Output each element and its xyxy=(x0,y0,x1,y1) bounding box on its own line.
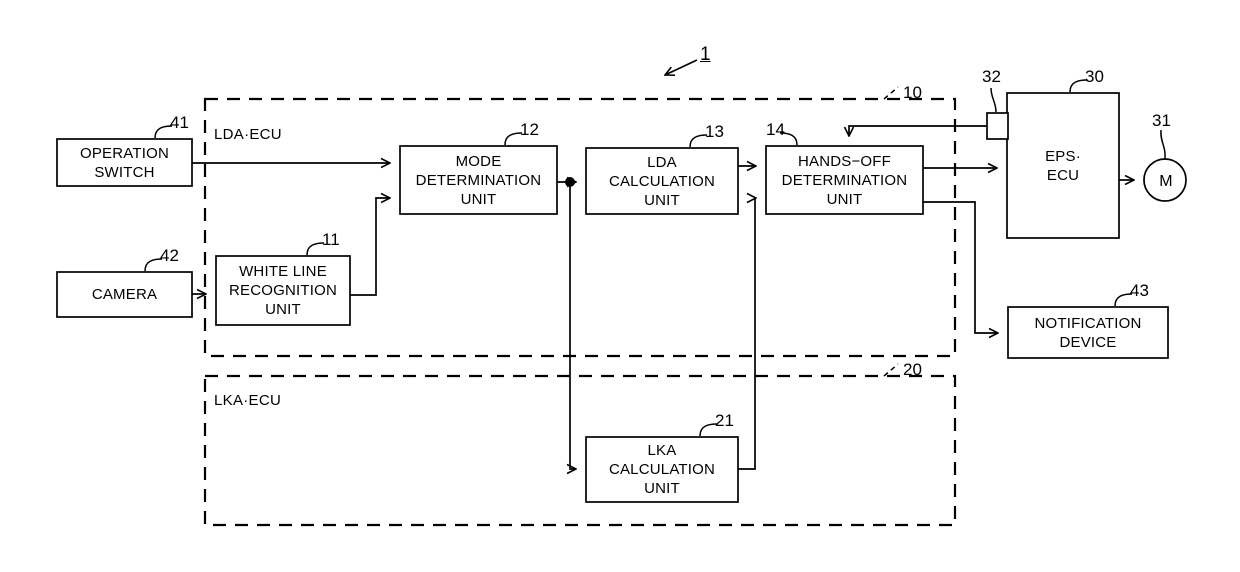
leader-ref-41 xyxy=(154,125,173,139)
zone-border-lka-ecu xyxy=(203,374,957,527)
hit-motor[interactable] xyxy=(1144,159,1186,201)
junction-dot-mode-output xyxy=(565,177,575,187)
hit-lda-calculation-unit[interactable] xyxy=(586,148,738,214)
wire-white-line-unit-to-mode-unit xyxy=(350,198,390,296)
hit-white-line-recognition-unit[interactable] xyxy=(216,256,350,325)
wire-hands-off-unit-to-notification-device xyxy=(923,201,998,333)
leader-ref-30 xyxy=(1069,79,1088,93)
leader-ref-42 xyxy=(144,258,163,272)
hit-camera[interactable] xyxy=(57,272,192,317)
leader-ref-12 xyxy=(504,132,523,146)
leader-ref-32 xyxy=(990,87,997,113)
figure-1-block-diagram: 1 LDA·ECU LKA·ECU 10 20 OPERATION SWITCH… xyxy=(0,0,1240,572)
leader-ref-10 xyxy=(883,86,899,100)
leader-ref-13 xyxy=(689,134,708,148)
leader-ref-31 xyxy=(1160,129,1166,160)
hit-lka-calculation-unit[interactable] xyxy=(586,437,738,502)
wire-mode-unit-to-lka-unit xyxy=(570,182,576,469)
leader-ref-14 xyxy=(779,132,798,146)
leader-ref-43 xyxy=(1114,293,1133,307)
hit-operation-switch[interactable] xyxy=(57,139,192,186)
wire-torque-sensor-to-hands-off-unit xyxy=(849,125,987,136)
leader-ref-11 xyxy=(306,242,325,256)
figure-number-arrow xyxy=(665,59,698,75)
hit-mode-determination-unit[interactable] xyxy=(400,146,557,214)
hit-eps-ecu[interactable] xyxy=(1007,93,1119,238)
hit-torque-sensor[interactable] xyxy=(987,113,1008,139)
wire-lka-unit-to-hands-off-unit xyxy=(738,198,756,470)
leader-ref-20 xyxy=(883,363,899,377)
hit-notification-device[interactable] xyxy=(1008,307,1168,358)
leader-ref-21 xyxy=(699,423,718,437)
hit-hands-off-determination-unit[interactable] xyxy=(766,146,923,214)
